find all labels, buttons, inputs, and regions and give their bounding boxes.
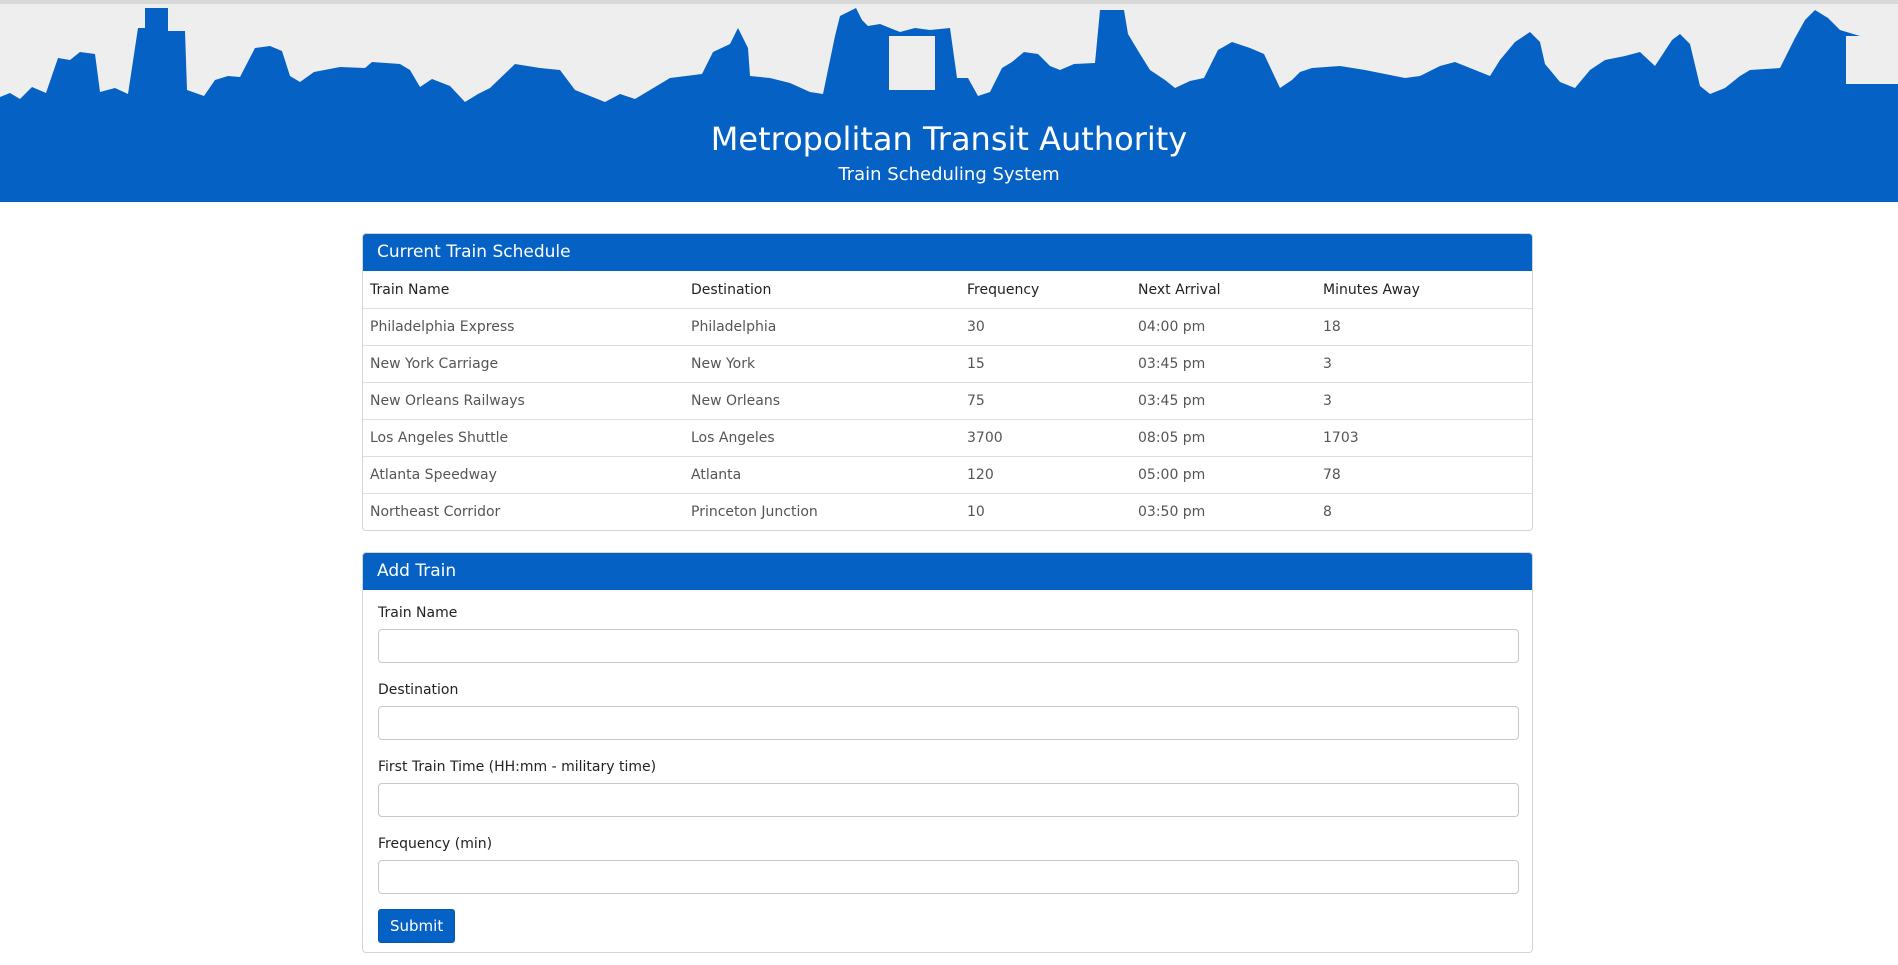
schedule-panel: Current Train Schedule Train Name Destin… xyxy=(362,233,1533,531)
add-train-form: Train Name Destination First Train Time … xyxy=(363,590,1532,943)
train-name-input[interactable] xyxy=(378,629,1519,663)
table-row: Northeast Corridor Princeton Junction 10… xyxy=(363,493,1532,530)
add-train-panel-heading: Add Train xyxy=(363,553,1532,590)
submit-button[interactable]: Submit xyxy=(378,909,456,943)
cell-next-arrival: 05:00 pm xyxy=(1131,456,1316,494)
cell-frequency: 10 xyxy=(960,493,1131,530)
cell-train-name: Los Angeles Shuttle xyxy=(363,419,684,457)
cell-minutes-away: 8 xyxy=(1316,493,1532,530)
cell-train-name: New York Carriage xyxy=(363,345,684,383)
form-group-train-name: Train Name xyxy=(378,604,1519,663)
first-train-time-label: First Train Time (HH:mm - military time) xyxy=(378,759,657,775)
cell-frequency: 3700 xyxy=(960,419,1131,457)
schedule-table: Train Name Destination Frequency Next Ar… xyxy=(363,271,1532,530)
cell-minutes-away: 1703 xyxy=(1316,419,1532,457)
column-header-train-name: Train Name xyxy=(363,271,684,309)
cell-next-arrival: 08:05 pm xyxy=(1131,419,1316,457)
cell-destination: Philadelphia xyxy=(691,319,777,335)
column-header-frequency: Frequency xyxy=(960,271,1131,309)
table-row: New Orleans Railways New Orleans 75 03:4… xyxy=(363,382,1532,420)
cell-frequency: 75 xyxy=(960,382,1131,420)
cell-destination: New Orleans xyxy=(684,382,960,420)
cell-train-name: Atlanta Speedway xyxy=(363,456,684,494)
cell-next-arrival: 03:50 pm xyxy=(1131,493,1316,530)
cell-train-name: New Orleans Railways xyxy=(363,382,684,420)
table-row: Philadelphia Express Philadelphia 30 04:… xyxy=(363,309,1532,346)
form-group-frequency: Frequency (min) xyxy=(378,835,1519,894)
cell-train-name: Philadelphia Express xyxy=(370,319,515,335)
cell-destination: New York xyxy=(684,345,960,383)
form-group-first-train-time: First Train Time (HH:mm - military time) xyxy=(378,758,1519,817)
cell-frequency: 15 xyxy=(960,345,1131,383)
table-row: Los Angeles Shuttle Los Angeles 3700 08:… xyxy=(363,419,1532,457)
train-name-label: Train Name xyxy=(378,605,458,621)
destination-input[interactable] xyxy=(378,706,1519,740)
cell-minutes-away: 3 xyxy=(1316,382,1532,420)
cell-minutes-away: 78 xyxy=(1316,456,1532,494)
header-banner: Metropolitan Transit Authority Train Sch… xyxy=(0,0,1898,202)
frequency-label: Frequency (min) xyxy=(378,836,493,852)
column-header-minutes-away: Minutes Away xyxy=(1316,271,1532,309)
add-train-panel: Add Train Train Name Destination First T… xyxy=(362,552,1533,953)
page-title: Metropolitan Transit Authority xyxy=(710,120,1188,158)
cell-next-arrival: 04:00 pm xyxy=(1138,319,1206,335)
cell-destination: Princeton Junction xyxy=(684,493,960,530)
frequency-input[interactable] xyxy=(378,860,1519,894)
cell-next-arrival: 03:45 pm xyxy=(1131,382,1316,420)
table-header-row: Train Name Destination Frequency Next Ar… xyxy=(363,271,1532,309)
cell-frequency: 120 xyxy=(960,456,1131,494)
form-group-destination: Destination xyxy=(378,681,1519,740)
destination-label: Destination xyxy=(378,682,459,698)
schedule-panel-heading: Current Train Schedule xyxy=(363,234,1532,271)
cell-frequency: 30 xyxy=(967,319,985,335)
cell-train-name: Northeast Corridor xyxy=(363,493,684,530)
column-header-destination: Destination xyxy=(684,271,960,309)
cell-destination: Los Angeles xyxy=(684,419,960,457)
cell-destination: Atlanta xyxy=(684,456,960,494)
cell-minutes-away: 18 xyxy=(1323,319,1341,335)
cell-minutes-away: 3 xyxy=(1316,345,1532,383)
cell-next-arrival: 03:45 pm xyxy=(1131,345,1316,383)
table-row: New York Carriage New York 15 03:45 pm 3 xyxy=(363,345,1532,383)
column-header-next-arrival: Next Arrival xyxy=(1131,271,1316,309)
first-train-time-input[interactable] xyxy=(378,783,1519,817)
page-subtitle: Train Scheduling System xyxy=(838,164,1060,185)
table-row: Atlanta Speedway Atlanta 120 05:00 pm 78 xyxy=(363,456,1532,494)
